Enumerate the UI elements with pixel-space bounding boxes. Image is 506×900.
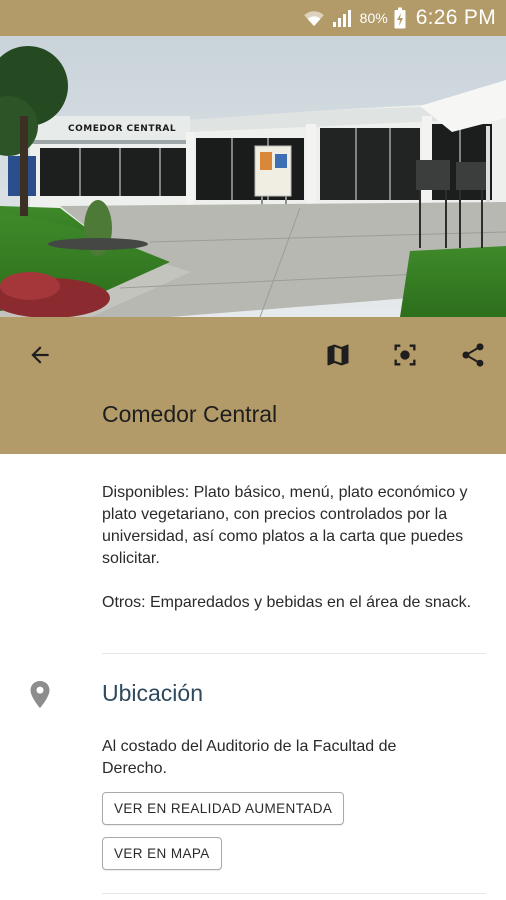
description-paragraph: Otros: Emparedados y bebidas en el área … xyxy=(102,594,472,611)
divider xyxy=(102,893,486,894)
app-bar: Comedor Central xyxy=(0,317,506,454)
battery-charging-icon xyxy=(394,7,406,29)
augmented-reality-view-button[interactable]: VER EN REALIDAD AUMENTADA xyxy=(102,792,345,825)
back-button[interactable] xyxy=(20,337,60,377)
share-icon xyxy=(459,341,487,374)
page-title: Comedor Central xyxy=(102,401,278,427)
back-arrow-icon xyxy=(27,342,53,373)
building-sign: COMEDOR CENTRAL xyxy=(68,124,177,134)
status-bar: 80% 6:26 PM xyxy=(0,0,506,36)
location-text: Al costado del Auditorio de la Facultad … xyxy=(102,738,397,777)
clock: 6:26 PM xyxy=(415,6,496,29)
augmented-reality-button[interactable] xyxy=(385,337,425,377)
location-pin-icon xyxy=(28,680,52,715)
battery-percent: 80% xyxy=(359,10,388,26)
description-paragraph: Disponibles: Plato básico, menú, plato e… xyxy=(102,484,468,567)
signal-icon xyxy=(332,8,354,28)
map-button[interactable] xyxy=(318,337,358,377)
map-icon xyxy=(324,341,352,374)
description: Disponibles: Plato básico, menú, plato e… xyxy=(102,482,472,614)
wifi-icon xyxy=(302,8,326,28)
divider xyxy=(102,653,486,654)
share-button[interactable] xyxy=(453,337,493,377)
hero-photo: COMEDOR CENTRAL xyxy=(0,36,506,317)
map-view-button[interactable]: VER EN MAPA xyxy=(102,837,222,870)
augmented-reality-icon xyxy=(391,341,419,374)
location-section-title: Ubicación xyxy=(102,680,203,706)
